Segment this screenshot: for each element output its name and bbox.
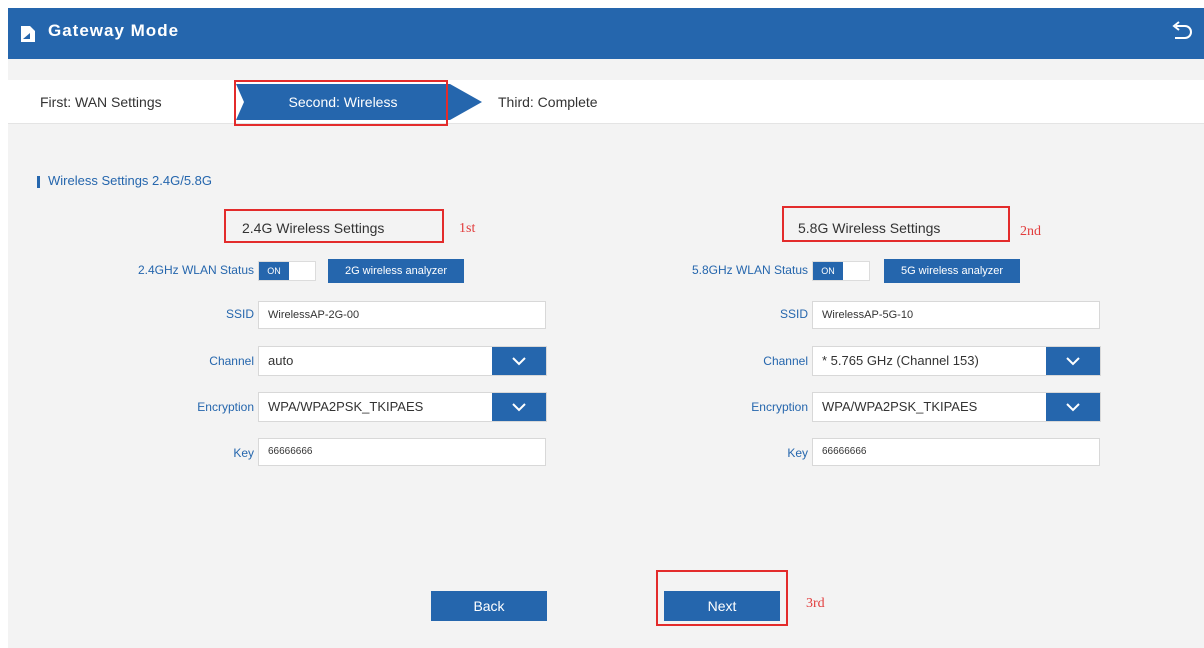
band-58-key-label: Key (787, 446, 808, 460)
band-24-channel-dropdown-button[interactable] (492, 347, 546, 375)
band-58-encryption-value: WPA/WPA2PSK_TKIPAES (822, 399, 978, 414)
annotation-3rd: 3rd (806, 596, 825, 611)
band-24-channel-label: Channel (209, 354, 254, 368)
section-marker (37, 176, 40, 188)
band-24-encryption-value: WPA/WPA2PSK_TKIPAES (268, 399, 424, 414)
chevron-down-icon (1066, 357, 1080, 366)
band-24-encryption-select[interactable]: WPA/WPA2PSK_TKIPAES (258, 392, 547, 422)
band-58-channel-value: * 5.765 GHz (Channel 153) (822, 353, 979, 368)
highlight-band-24 (224, 209, 444, 243)
band-58-encryption-label: Encryption (751, 400, 808, 414)
band-24-status-label: 2.4GHz WLAN Status (137, 263, 254, 277)
band-24-key-label: Key (233, 446, 254, 460)
section-title: Wireless Settings 2.4G/5.8G (48, 173, 213, 188)
band-24-channel-value: auto (268, 353, 294, 368)
highlight-next-button (656, 570, 788, 626)
wizard-steps: First: WAN Settings Second: Wireless Thi… (8, 80, 1204, 124)
highlight-band-58 (782, 206, 1010, 242)
band-24-encryption-dropdown-button[interactable] (492, 393, 546, 421)
toggle-on-indicator: ON (259, 262, 289, 280)
app-title: Gateway Mode (48, 21, 180, 40)
band-58-key-input[interactable]: 66666666 (812, 438, 1100, 466)
band-58-encryption-select[interactable]: WPA/WPA2PSK_TKIPAES (812, 392, 1101, 422)
step-wan-settings: First: WAN Settings (40, 94, 162, 110)
chevron-down-icon (512, 357, 526, 366)
band-58-ssid-input[interactable]: WirelessAP-5G-10 (812, 301, 1100, 329)
back-button[interactable]: Back (431, 591, 547, 621)
annotation-1st: 1st (459, 221, 476, 236)
band-24-channel-select[interactable]: auto (258, 346, 547, 376)
band-58-status-label: 5.8GHz WLAN Status (691, 263, 808, 277)
band-58-channel-dropdown-button[interactable] (1046, 347, 1100, 375)
band-24-encryption-label: Encryption (197, 400, 254, 414)
band-58-ssid-label: SSID (779, 307, 808, 321)
step-complete: Third: Complete (498, 94, 598, 110)
annotation-2nd: 2nd (1020, 224, 1041, 239)
highlight-step-wireless (234, 80, 448, 126)
band-58-channel-label: Channel (763, 354, 808, 368)
return-icon[interactable] (1168, 20, 1194, 46)
toggle-on-indicator: ON (813, 262, 843, 280)
band-24-wlan-toggle[interactable]: ON (258, 261, 316, 281)
band-58-channel-select[interactable]: * 5.765 GHz (Channel 153) (812, 346, 1101, 376)
band-58-wlan-toggle[interactable]: ON (812, 261, 870, 281)
band-58-analyzer-button[interactable]: 5G wireless analyzer (884, 259, 1020, 283)
gateway-mode-window: Gateway Mode First: WAN Settings Second:… (8, 8, 1204, 648)
band-24-ssid-input[interactable]: WirelessAP-2G-00 (258, 301, 546, 329)
app-header: Gateway Mode (8, 8, 1204, 59)
band-24-ssid-label: SSID (225, 307, 254, 321)
router-logo-icon (21, 26, 35, 42)
chevron-down-icon (512, 403, 526, 412)
band-58-encryption-dropdown-button[interactable] (1046, 393, 1100, 421)
band-24-analyzer-button[interactable]: 2G wireless analyzer (328, 259, 464, 283)
band-24-key-input[interactable]: 66666666 (258, 438, 546, 466)
chevron-down-icon (1066, 403, 1080, 412)
